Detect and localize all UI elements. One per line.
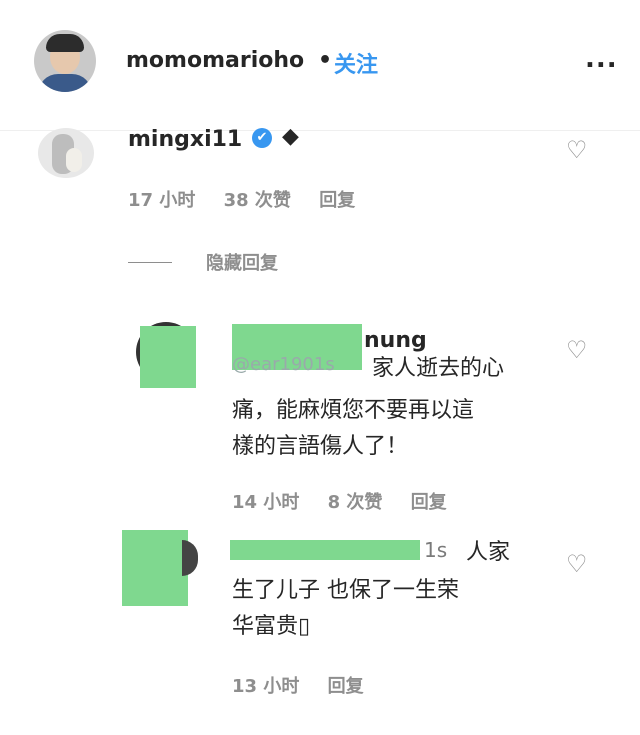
comment-meta: 17 小时 38 次赞 回复: [128, 186, 377, 212]
heart-icon[interactable]: ♡: [566, 550, 588, 578]
redaction-mask: [122, 530, 188, 606]
reply-meta: 13 小时 回复: [232, 672, 386, 698]
comment-likes[interactable]: 38 次赞: [224, 190, 291, 211]
divider-line: [128, 262, 172, 263]
reply-text-line: 人家: [466, 540, 511, 565]
post-author-username[interactable]: momomarioho: [126, 48, 304, 73]
diamond-icon: ◆: [282, 124, 299, 149]
reply-avatar[interactable]: [182, 540, 198, 576]
reply-button[interactable]: 回复: [328, 676, 364, 697]
reply-mention[interactable]: @ear1901s: [232, 352, 335, 378]
reply-button[interactable]: 回复: [411, 492, 447, 513]
reply-button[interactable]: 回复: [319, 190, 355, 211]
heart-icon[interactable]: ♡: [566, 336, 588, 364]
reply-text-line: 家人逝去的心: [372, 356, 505, 381]
follow-button[interactable]: 关注: [334, 47, 378, 79]
reply-time: 13 小时: [232, 676, 300, 697]
reply-text-line: 痛，能麻煩您不要再以這: [232, 398, 475, 423]
reply-username[interactable]: 1s: [424, 536, 447, 564]
heart-icon[interactable]: ♡: [566, 136, 588, 164]
post-header: momomarioho • 关注 ...: [0, 0, 640, 131]
hide-replies-button[interactable]: 隐藏回复: [206, 249, 278, 275]
separator-dot: •: [318, 48, 333, 73]
comment-time: 17 小时: [128, 190, 196, 211]
reply-text-line: 生了儿子 也保了一生荣: [232, 578, 459, 603]
reply-meta: 14 小时 8 次赞 回复: [232, 488, 469, 514]
verified-icon: ✔: [252, 128, 272, 148]
reply-likes[interactable]: 8 次赞: [328, 492, 383, 513]
reply-text-line: 樣的言語傷人了！: [232, 434, 409, 459]
redaction-mask: [140, 326, 196, 388]
redaction-mask: [230, 540, 420, 560]
comment-username[interactable]: mingxi11: [128, 127, 242, 152]
more-options-icon[interactable]: ...: [585, 44, 618, 74]
comment-avatar[interactable]: [38, 128, 94, 178]
avatar[interactable]: [34, 30, 96, 92]
reply-time: 14 小时: [232, 492, 300, 513]
reply-text-line: 华富贵▯: [232, 614, 311, 639]
